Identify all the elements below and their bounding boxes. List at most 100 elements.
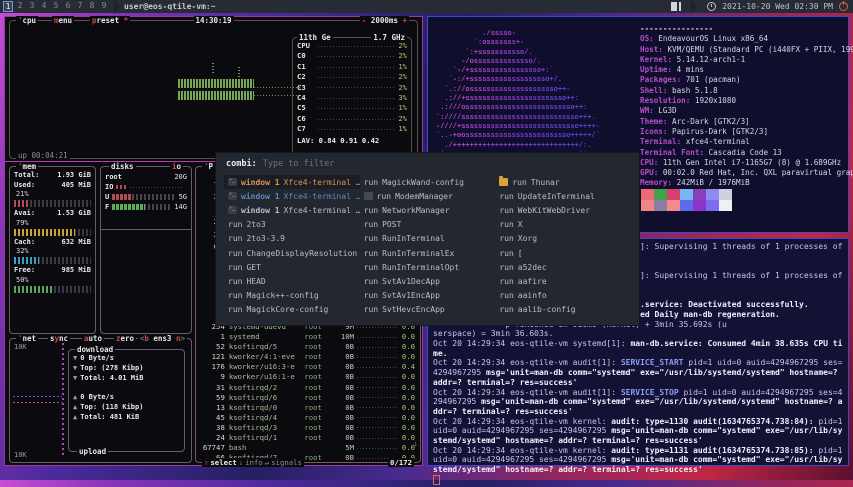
rofi-entry[interactable]: runRunInTerminalEx [360, 246, 496, 260]
workspace-button-9[interactable]: 9 [99, 1, 109, 12]
workspace-button-3[interactable]: 3 [27, 1, 37, 12]
neofetch-info-value: 5.14.12-arch1-1 [677, 55, 746, 64]
cpu-core-name: C6 [297, 114, 315, 124]
rofi-entry[interactable]: runXorg [495, 232, 631, 246]
rofi-entry[interactable]: runaafire [495, 274, 631, 288]
rofi-entry-label: Xfce4-terminal … [284, 206, 360, 215]
net-direction-icon: ▼ [73, 354, 77, 364]
rofi-entry[interactable]: runSvtHevcEncApp [360, 303, 496, 317]
rofi-entry[interactable]: runRunInTerminalOpt [360, 260, 496, 274]
cpu-core-panel: 11th Ge 1.7 GHz CPU2%C02%C11%C22%C32%C43… [292, 37, 412, 155]
proc-row[interactable]: 59ksoftirqd/6root0B0.0 [199, 393, 417, 403]
io-toggle[interactable]: io [170, 162, 183, 171]
rofi-entry[interactable]: window 1Xfce4-terminal … [224, 189, 360, 203]
rofi-entry[interactable]: run2to3 [224, 218, 360, 232]
workspace-button-8[interactable]: 8 [87, 1, 97, 12]
rofi-entry[interactable]: runaainfo [495, 289, 631, 303]
rofi-entry-prefix: run [364, 305, 378, 314]
rofi-entry[interactable]: runMagickWand-config [360, 175, 496, 189]
rofi-filter-input[interactable]: combi: Type to filter [216, 153, 639, 173]
rofi-entry[interactable]: runPOST [360, 218, 496, 232]
net-sync-toggle[interactable]: sync [48, 334, 70, 343]
rofi-entry[interactable]: runNetworkManager [360, 203, 496, 217]
neofetch-info-value: 242MiB / 1976MiB [677, 178, 750, 187]
proc-row[interactable]: 31ksoftirqd/2root0B0.0 [199, 383, 417, 393]
proc-pid: 1 [199, 332, 225, 342]
rofi-entry[interactable]: runUpdateInTerminal [495, 189, 631, 203]
proc-name: bash [225, 443, 305, 453]
rofi-entry-label: HEAD [246, 277, 265, 286]
mem-entry-value: 985 MiB [61, 266, 91, 276]
proc-row[interactable]: 121kworker/4:1-everoot0B0.0 [199, 352, 417, 362]
rofi-entry[interactable]: runChangeDisplayResolution [224, 246, 360, 260]
proc-row[interactable]: 13ksoftirqd/0root0B0.0 [199, 403, 417, 413]
rofi-entry[interactable]: run[ [495, 246, 631, 260]
net-direction-icon: ▲ [73, 393, 77, 403]
cpu-box-title[interactable]: 'cpu [16, 16, 38, 25]
rofi-entry[interactable]: runGET [224, 260, 360, 274]
proc-row[interactable]: 52ksoftirqd/5root0B0.0 [199, 342, 417, 352]
workspace-button-2[interactable]: 2 [15, 1, 25, 12]
rofi-entry-label: aalib-config [518, 305, 576, 314]
power-button-icon[interactable] [839, 2, 848, 11]
net-interface-switcher[interactable]: <b ens3 n> [138, 334, 187, 343]
proc-row[interactable]: 1systemdroot10M0.0 [199, 332, 417, 342]
proc-cpu-percent: 0.0 [402, 332, 417, 342]
rofi-entry[interactable]: runMagick++-config [224, 289, 360, 303]
mem-entry-bar-fill [14, 229, 75, 236]
workspace-button-1[interactable]: 1 [3, 1, 13, 12]
rofi-entry[interactable]: window 1Xfce4-terminal … [224, 203, 360, 217]
disk-used-bar [112, 194, 175, 200]
proc-scroll-down-icon[interactable]: ↓ [413, 439, 418, 448]
update-interval-control[interactable]: - 2000ms + [360, 16, 409, 25]
upload-label: upload [77, 447, 108, 456]
proc-row[interactable]: 67747bash5M0.0 [199, 443, 417, 453]
neofetch-info-value: Arc-Dark [GTK2/3] [672, 117, 750, 126]
proc-row[interactable]: 24ksoftirqd/1root0B0.0 [199, 433, 417, 443]
rofi-entry[interactable]: runa52dec [495, 260, 631, 274]
rofi-entry[interactable]: runThunar [495, 175, 631, 189]
proc-row[interactable]: 9kworker/u16:1-eroot0B0.0 [199, 372, 417, 382]
proc-signals-button[interactable]: signals [271, 458, 302, 467]
rofi-entry[interactable]: runModemManager [360, 189, 496, 203]
proc-info-button[interactable]: info [245, 458, 263, 467]
layout-indicator-icon[interactable] [671, 2, 681, 11]
disks-box-title[interactable]: disks [109, 162, 136, 171]
mem-box-title[interactable]: 'mem [16, 162, 38, 171]
proc-user: root [304, 342, 334, 352]
preset-button[interactable]: preset * [90, 16, 130, 25]
rofi-entry[interactable]: runaalib-config [495, 303, 631, 317]
rofi-entry[interactable]: runSvtAv1EncApp [360, 289, 496, 303]
net-auto-toggle[interactable]: auto [82, 334, 104, 343]
proc-select-button[interactable]: select [210, 458, 236, 467]
journal-text-segment: msg='unit=man-db comm="systemd" exe="/us… [433, 397, 842, 416]
rofi-entry[interactable]: window 1Xfce4-terminal … [224, 175, 360, 189]
net-zero-toggle[interactable]: zero [114, 334, 136, 343]
rofi-entry[interactable]: run2to3-3.9 [224, 232, 360, 246]
net-axis-bottom-label: 10K [14, 451, 27, 459]
cpu-core-percent: 2% [398, 83, 407, 93]
net-box-title[interactable]: 'net [16, 334, 38, 343]
rofi-entry-prefix: run [364, 206, 378, 215]
proc-box-title[interactable]: 'P [202, 162, 215, 171]
rofi-entry[interactable]: runWebKitWebDriver [495, 203, 631, 217]
workspace-button-7[interactable]: 7 [75, 1, 85, 12]
rofi-entry[interactable]: runX [495, 218, 631, 232]
workspace-button-5[interactable]: 5 [51, 1, 61, 12]
proc-row[interactable]: 45ksoftirqd/4root0B0.0 [199, 413, 417, 423]
rofi-entry[interactable]: runSvtAv1DecApp [360, 274, 496, 288]
rofi-entry[interactable]: runHEAD [224, 274, 360, 288]
rofi-entry[interactable]: runRunInTerminal [360, 232, 496, 246]
proc-user: root [304, 372, 334, 382]
menu-button[interactable]: menu [52, 16, 74, 25]
rofi-entry[interactable]: runMagickCore-config [224, 303, 360, 317]
journal-text-segment: Oct 20 14:29:34 eos-qtile-vm systemd[1]: [433, 339, 630, 348]
proc-row[interactable]: 176kworker/u16:3-eroot0B0.4 [199, 362, 417, 372]
neofetch-info-value: Papirus-Dark [GTK2/3] [672, 127, 768, 136]
cpu-core-meter [318, 98, 395, 99]
arrow-up-icon: ↑ [204, 458, 208, 467]
workspace-button-6[interactable]: 6 [63, 1, 73, 12]
workspace-button-4[interactable]: 4 [39, 1, 49, 12]
journal-text-segment: Oct 20 14:29:34 eos-qtile-vm audit[1]: [433, 358, 621, 367]
proc-row[interactable]: 38ksoftirqd/3root0B0.0 [199, 423, 417, 433]
